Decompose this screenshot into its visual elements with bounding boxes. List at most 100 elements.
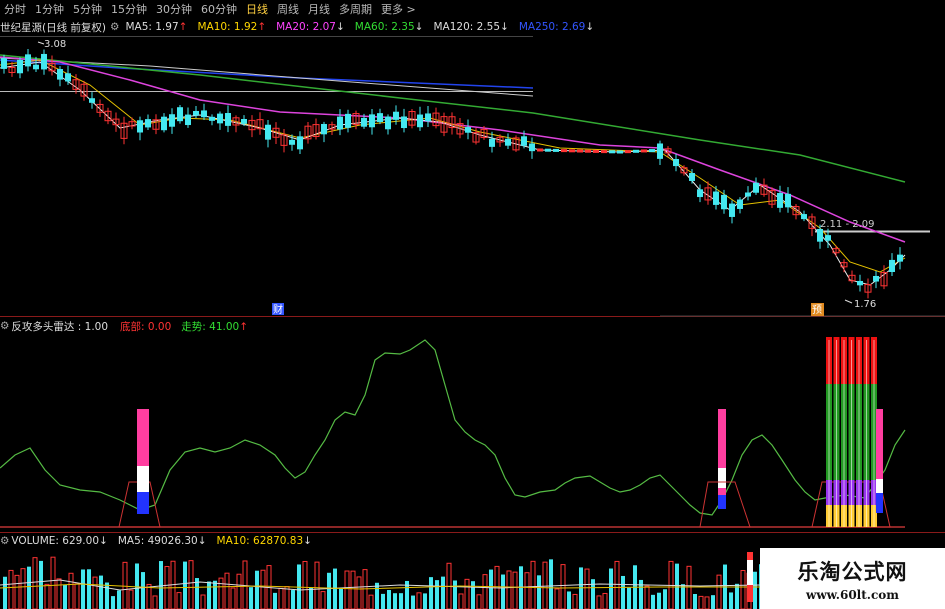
high-price-label: 3.08 (44, 39, 66, 50)
candle (537, 148, 543, 152)
volume-bar (230, 587, 236, 609)
candle (697, 189, 703, 198)
candle (65, 73, 71, 82)
candle (393, 111, 399, 120)
volume-bar (753, 571, 757, 609)
volume-bar (291, 590, 295, 609)
volume-bar (8, 569, 14, 609)
candle (889, 259, 895, 273)
legend-label: VOLUME: 629.00 (11, 535, 100, 547)
candle (41, 53, 47, 70)
volume-bar (327, 572, 331, 609)
candle (521, 136, 527, 146)
candle (209, 116, 215, 121)
volume-bar (14, 574, 20, 609)
volume-bar (50, 556, 56, 609)
candle (601, 150, 607, 154)
candle (89, 98, 95, 103)
volume-bar (111, 596, 115, 609)
candle (57, 69, 63, 80)
legend-arrow: ↑ (239, 320, 249, 333)
candle (297, 136, 303, 150)
kline-chart[interactable]: 3.08 1.76 2.11 - 2.09 财 预 (0, 0, 945, 609)
volume-bar (602, 592, 608, 609)
indicator-legend: ⚙ 反攻多头雷达 : 1.00 底部: 0.00 走势: 41.00↑ (0, 319, 258, 333)
volume-bar (200, 594, 206, 609)
volume-bar (20, 568, 26, 609)
volume-bar (56, 578, 62, 609)
volume-bar (122, 561, 128, 609)
range-label: 2.11 - 2.09 (820, 219, 875, 230)
volume-bar (471, 581, 475, 609)
candle (713, 191, 719, 205)
legend-arrow: ↓ (99, 535, 108, 547)
volume-bar (218, 577, 224, 609)
candle (689, 173, 695, 181)
volume-bar (302, 560, 308, 609)
candle (185, 114, 191, 126)
legend-arrow: ↓ (303, 535, 312, 547)
candle (729, 203, 735, 217)
legend-item: MA10: 62870.83↓ (217, 535, 312, 547)
candle (721, 194, 727, 210)
volume-bar (644, 585, 650, 609)
volume-bar (92, 576, 98, 609)
volume-bar (524, 572, 530, 609)
legend-arrow: ↓ (197, 535, 207, 547)
volume-bar (476, 594, 482, 609)
candle (649, 149, 655, 153)
candle (201, 110, 207, 118)
volume-bar (686, 565, 692, 609)
volume-bar (423, 593, 427, 609)
candle (753, 182, 759, 193)
volume-bar (309, 587, 313, 609)
volume-bar (501, 574, 505, 609)
candle (577, 149, 583, 153)
candle (673, 158, 679, 167)
volume-bar (711, 595, 715, 609)
signal-bar (718, 495, 726, 509)
volume-bar (729, 592, 733, 609)
volume-bar (441, 576, 445, 609)
volume-bar (249, 587, 253, 609)
volume-bar (152, 595, 158, 609)
volume-legend: ⚙ VOLUME: 629.00↓ MA5: 49026.30↓ MA10: 628… (0, 534, 322, 548)
candle (177, 107, 183, 122)
volume-bar (572, 593, 578, 609)
volume-bar (141, 572, 145, 609)
volume-bar (81, 569, 85, 609)
volume-bar (698, 595, 704, 609)
candle (17, 59, 23, 74)
volume-bar (735, 583, 739, 609)
candle (465, 127, 471, 133)
volume-bar (350, 570, 356, 609)
gear-icon[interactable]: ⚙ (0, 535, 9, 547)
volume-bar (621, 575, 625, 609)
indicator-title[interactable]: 反攻多头雷达 : 1.00 (11, 319, 108, 334)
volume-layer (0, 552, 763, 609)
volume-bar (27, 566, 31, 609)
volume-bar (530, 560, 536, 609)
volume-bar (255, 570, 259, 609)
candle (385, 116, 391, 130)
ma5-line (0, 61, 906, 286)
candle (289, 139, 295, 145)
candle (321, 123, 327, 135)
candle (401, 116, 407, 129)
candle (609, 150, 615, 154)
legend-item: 走势: 41.00↑ (181, 319, 248, 334)
volume-bar (63, 584, 67, 609)
volume-bar (591, 579, 595, 609)
candle (745, 192, 751, 197)
volume-bar (464, 578, 470, 609)
candle (145, 119, 151, 128)
volume-bar (224, 572, 230, 609)
volume-bar (554, 588, 560, 609)
gear-icon[interactable]: ⚙ (0, 320, 9, 332)
volume-bar (368, 594, 374, 609)
candle (529, 143, 535, 152)
volume-bar (273, 592, 277, 609)
candle (417, 114, 423, 128)
volume-bar (39, 560, 43, 609)
low-price-pointer (844, 299, 853, 304)
